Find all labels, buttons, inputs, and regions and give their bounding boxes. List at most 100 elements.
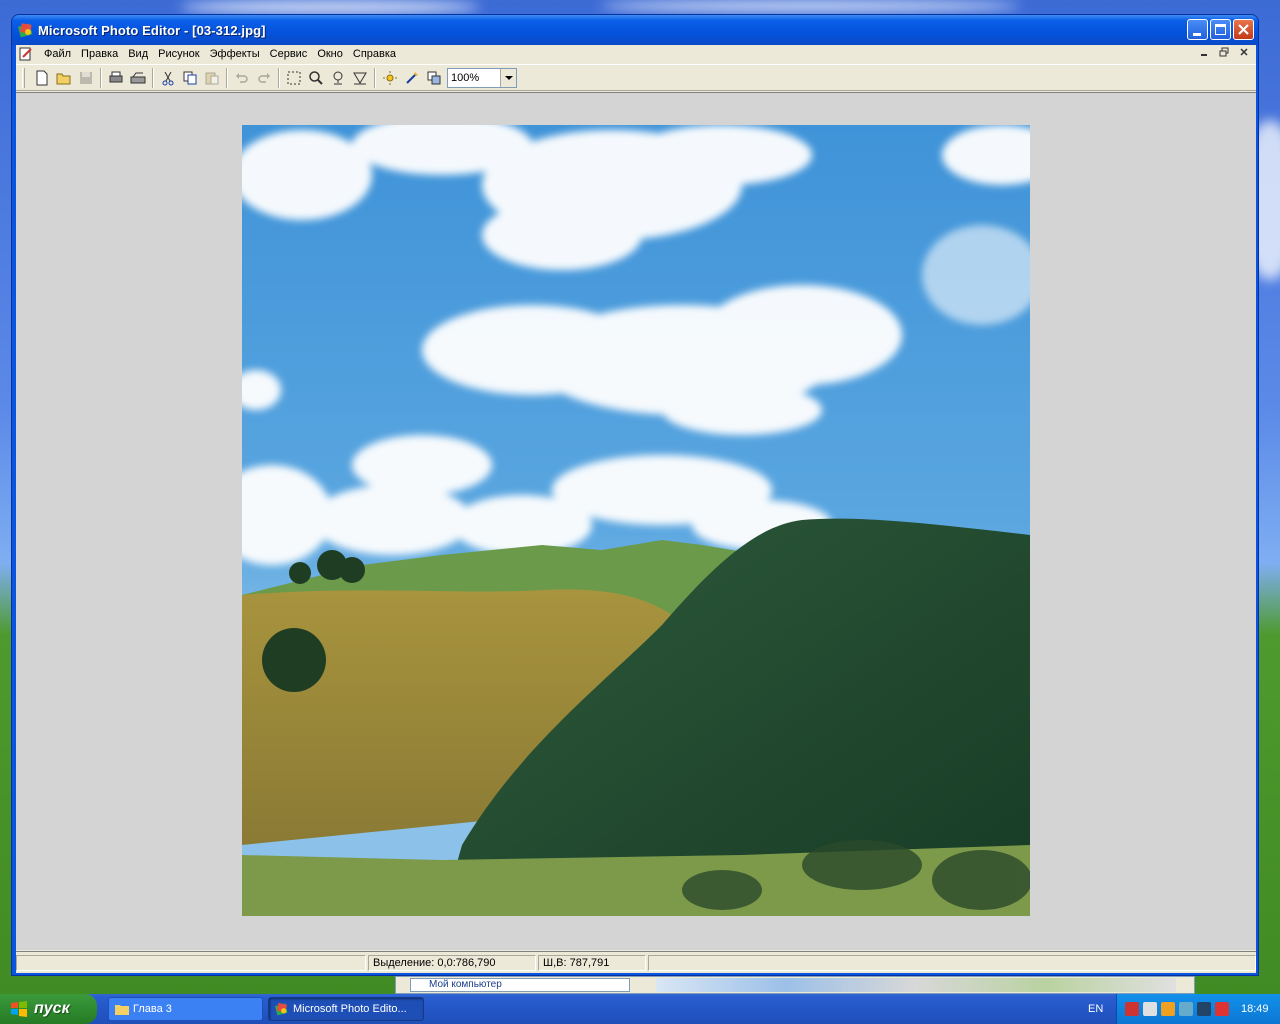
zoom-icon bbox=[309, 70, 323, 85]
balance-icon bbox=[383, 70, 397, 85]
maximize-icon bbox=[1215, 24, 1226, 35]
redo-button[interactable] bbox=[253, 67, 275, 89]
print-icon bbox=[109, 71, 123, 82]
select-icon bbox=[287, 71, 301, 84]
volume-icon[interactable] bbox=[1161, 1002, 1175, 1016]
image-workspace[interactable] bbox=[16, 92, 1256, 950]
document-window-controls bbox=[1196, 47, 1252, 61]
save-button[interactable] bbox=[75, 67, 97, 89]
system-tray: 18:49 bbox=[1116, 994, 1280, 1024]
menu-edit[interactable]: Правка bbox=[76, 48, 123, 60]
doc-restore-button[interactable] bbox=[1216, 47, 1232, 61]
zoom-tool-button[interactable] bbox=[305, 67, 327, 89]
menu-help[interactable]: Справка bbox=[348, 48, 401, 60]
folder-icon bbox=[115, 1005, 129, 1015]
title-bar[interactable]: Microsoft Photo Editor - [03-312.jpg] bbox=[12, 15, 1258, 45]
sharpen-icon bbox=[353, 72, 367, 84]
window-controls bbox=[1187, 19, 1254, 40]
clock[interactable]: 18:49 bbox=[1241, 1003, 1269, 1015]
status-bar: Выделение: 0,0:786,790 Ш,В: 787,791 bbox=[16, 951, 1256, 973]
minimize-icon bbox=[1193, 33, 1201, 36]
photo-editor-window: Microsoft Photo Editor - [03-312.jpg] Фа… bbox=[11, 14, 1259, 976]
minimize-icon bbox=[1201, 54, 1207, 56]
task-photo-editor-label: Microsoft Photo Edito... bbox=[293, 1003, 407, 1015]
redo-icon bbox=[258, 72, 270, 83]
open-button[interactable] bbox=[53, 67, 75, 89]
copy-button[interactable] bbox=[179, 67, 201, 89]
toolbar-separator bbox=[100, 67, 102, 88]
landscape-photo[interactable] bbox=[242, 125, 1030, 916]
undo-icon bbox=[236, 72, 248, 83]
tray-app-icon[interactable] bbox=[1143, 1002, 1157, 1016]
status-selection: Выделение: 0,0:786,790 bbox=[368, 954, 536, 971]
desktop-cloud bbox=[180, 0, 480, 14]
address-field[interactable]: Мой компьютер bbox=[410, 978, 630, 992]
smudge-tool-button[interactable] bbox=[327, 67, 349, 89]
save-icon bbox=[80, 71, 92, 84]
menu-file[interactable]: Файл bbox=[39, 48, 76, 60]
scan-icon bbox=[130, 72, 146, 83]
start-label: пуск bbox=[34, 1000, 70, 1017]
monitor-icon[interactable] bbox=[1197, 1002, 1211, 1016]
toolbar-separator bbox=[374, 67, 376, 88]
toolbar-separator bbox=[278, 67, 280, 88]
photo-editor-app-icon bbox=[275, 1003, 288, 1016]
windows-flag-icon bbox=[10, 1001, 28, 1017]
network-icon[interactable] bbox=[1125, 1002, 1139, 1016]
menu-tools[interactable]: Сервис bbox=[265, 48, 313, 60]
toolbar-grip[interactable] bbox=[22, 67, 25, 88]
properties-icon bbox=[427, 71, 441, 84]
print-button[interactable] bbox=[105, 67, 127, 89]
task-folder-label: Глава 3 bbox=[133, 1003, 172, 1015]
sharpen-tool-button[interactable] bbox=[349, 67, 371, 89]
document-icon[interactable] bbox=[19, 47, 33, 61]
paintbrush-tool-button[interactable] bbox=[401, 67, 423, 89]
menu-image[interactable]: Рисунок bbox=[153, 48, 205, 60]
status-filler bbox=[648, 954, 1256, 971]
maximize-button[interactable] bbox=[1210, 19, 1231, 40]
doc-minimize-button[interactable] bbox=[1196, 47, 1212, 61]
menu-window[interactable]: Окно bbox=[312, 48, 348, 60]
paste-button[interactable] bbox=[201, 67, 223, 89]
toolbar-separator bbox=[226, 67, 228, 88]
status-size: Ш,В: 787,791 bbox=[538, 954, 646, 971]
restore-icon bbox=[1219, 47, 1229, 57]
language-indicator[interactable]: EN bbox=[1088, 994, 1103, 1024]
menu-effects[interactable]: Эффекты bbox=[205, 48, 265, 60]
scan-button[interactable] bbox=[127, 67, 149, 89]
paste-icon bbox=[205, 72, 219, 84]
undo-button[interactable] bbox=[231, 67, 253, 89]
task-photo-editor[interactable]: Microsoft Photo Edito... bbox=[268, 997, 424, 1021]
select-tool-button[interactable] bbox=[283, 67, 305, 89]
minimize-button[interactable] bbox=[1187, 19, 1208, 40]
shield-icon[interactable] bbox=[1215, 1002, 1229, 1016]
start-button[interactable]: пуск bbox=[0, 994, 97, 1024]
window-client: Файл Правка Вид Рисунок Эффекты Сервис О… bbox=[16, 45, 1256, 973]
new-button[interactable] bbox=[31, 67, 53, 89]
status-empty bbox=[16, 954, 366, 971]
chevron-down-icon[interactable] bbox=[500, 68, 516, 87]
toolbar: 100% bbox=[16, 64, 1256, 91]
thumbnail-strip bbox=[656, 978, 1176, 992]
toolbar-separator bbox=[152, 67, 154, 88]
close-button[interactable] bbox=[1233, 19, 1254, 40]
cut-button[interactable] bbox=[157, 67, 179, 89]
properties-button[interactable] bbox=[423, 67, 445, 89]
new-icon bbox=[36, 70, 48, 85]
menu-bar: Файл Правка Вид Рисунок Эффекты Сервис О… bbox=[16, 45, 1256, 63]
close-icon bbox=[1238, 24, 1249, 35]
menu-view[interactable]: Вид bbox=[123, 48, 153, 60]
photo-editor-app-icon[interactable] bbox=[17, 22, 34, 38]
doc-close-button[interactable] bbox=[1236, 47, 1252, 61]
zoom-select[interactable]: 100% bbox=[447, 67, 517, 88]
photo-image bbox=[242, 125, 1030, 916]
paintbrush-icon bbox=[406, 71, 418, 84]
background-window-strip: Мой компьютер bbox=[395, 976, 1195, 994]
balance-tool-button[interactable] bbox=[379, 67, 401, 89]
copy-icon bbox=[183, 71, 197, 84]
desktop-cloud bbox=[600, 0, 1020, 12]
task-folder[interactable]: Глава 3 bbox=[108, 997, 263, 1021]
cut-icon bbox=[162, 71, 174, 85]
window-title: Microsoft Photo Editor - [03-312.jpg] bbox=[38, 22, 266, 38]
tray-network-icon[interactable] bbox=[1179, 1002, 1193, 1016]
